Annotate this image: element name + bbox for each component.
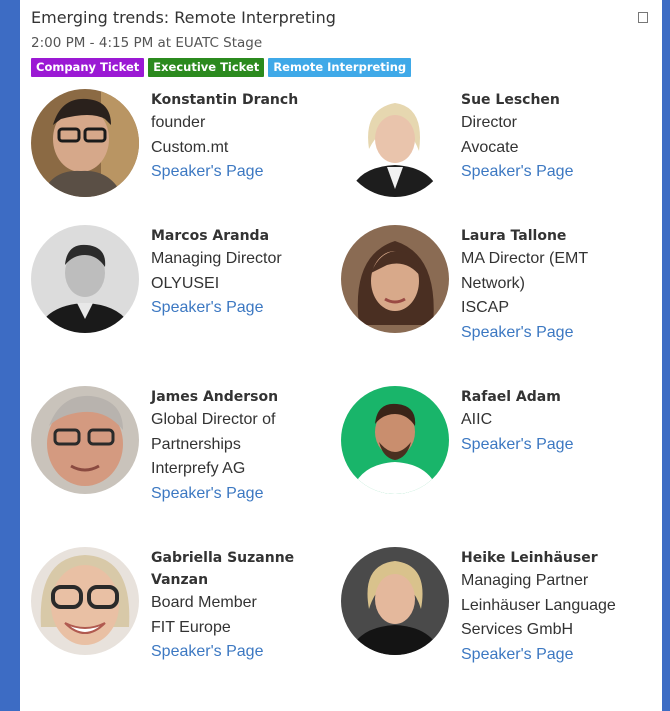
event-title: Emerging trends: Remote Interpreting xyxy=(31,8,336,27)
tag-executive-ticket[interactable]: Executive Ticket xyxy=(148,58,265,77)
person-photo-icon xyxy=(341,225,449,333)
speaker-company: Leinhäuser Language xyxy=(461,596,616,614)
speaker-page-link[interactable]: Speaker's Page xyxy=(151,296,351,321)
avatar[interactable] xyxy=(341,547,449,655)
avatar[interactable] xyxy=(341,89,449,197)
speaker-page-link[interactable]: Speaker's Page xyxy=(151,160,351,185)
speaker-role: Director xyxy=(461,114,518,131)
person-photo-icon xyxy=(31,386,139,494)
speaker-role: Board Member xyxy=(151,594,257,611)
event-time: 2:00 PM - 4:15 PM at EUATC Stage xyxy=(31,35,263,51)
avatar[interactable] xyxy=(341,386,449,494)
event-card: Emerging trends: Remote Interpreting 2:0… xyxy=(20,0,662,711)
speaker-role-continued: Partnerships xyxy=(151,435,241,453)
speaker-company: Interprefy AG xyxy=(151,460,246,477)
speaker-company-continued: Services GmbH xyxy=(461,621,574,638)
speaker-name: Heike Leinhäuser xyxy=(461,550,598,566)
speaker-company: Custom.mt xyxy=(151,138,229,156)
tag-remote-interpreting[interactable]: Remote Interpreting xyxy=(268,58,412,77)
speaker-page-link[interactable]: Speaker's Page xyxy=(151,482,351,507)
speaker-company: OLYUSEI xyxy=(151,274,220,292)
speaker-name: Laura Tallone xyxy=(461,228,567,244)
avatar[interactable] xyxy=(31,386,139,494)
speaker-page-link[interactable]: Speaker's Page xyxy=(461,433,661,458)
speaker-name: James Anderson xyxy=(151,389,279,405)
person-photo-icon xyxy=(31,547,139,655)
bookmark-checkbox[interactable] xyxy=(638,12,648,23)
speaker-name-continued: Vanzan xyxy=(151,572,209,588)
speaker-company: Avocate xyxy=(461,138,519,156)
speaker-role: Global Director of xyxy=(151,411,276,428)
speaker-page-link[interactable]: Speaker's Page xyxy=(461,321,661,346)
speaker-role-continued: Network) xyxy=(461,274,526,292)
person-photo-icon xyxy=(341,89,449,197)
speaker-page-link[interactable]: Speaker's Page xyxy=(151,640,351,665)
avatar[interactable] xyxy=(341,225,449,333)
speaker-name: Sue Leschen xyxy=(461,92,560,108)
tag-company-ticket[interactable]: Company Ticket xyxy=(31,58,145,77)
speaker-company: ISCAP xyxy=(461,299,510,316)
speaker-company: FIT Europe xyxy=(151,618,231,636)
speaker-name: Rafael Adam xyxy=(461,389,561,405)
speaker-name: Gabriella Suzanne xyxy=(151,550,295,566)
avatar[interactable] xyxy=(31,547,139,655)
speaker-company: AIIC xyxy=(461,411,493,428)
speaker-role: MA Director (EMT xyxy=(461,250,589,267)
speaker-role: Managing Director xyxy=(151,250,282,267)
avatar[interactable] xyxy=(31,225,139,333)
person-photo-icon xyxy=(341,386,449,494)
person-photo-icon xyxy=(341,547,449,655)
speaker-page-link[interactable]: Speaker's Page xyxy=(461,643,661,668)
speaker-role: Managing Partner xyxy=(461,572,589,589)
avatar[interactable] xyxy=(31,89,139,197)
speaker-role: founder xyxy=(151,114,206,131)
speaker-name: Marcos Aranda xyxy=(151,228,270,244)
tag-list: Company Ticket Executive Ticket Remote I… xyxy=(31,58,652,77)
speaker-page-link[interactable]: Speaker's Page xyxy=(461,160,661,185)
person-photo-icon xyxy=(31,89,139,197)
person-photo-icon xyxy=(31,225,139,333)
speaker-name: Konstantin Dranch xyxy=(151,92,299,108)
